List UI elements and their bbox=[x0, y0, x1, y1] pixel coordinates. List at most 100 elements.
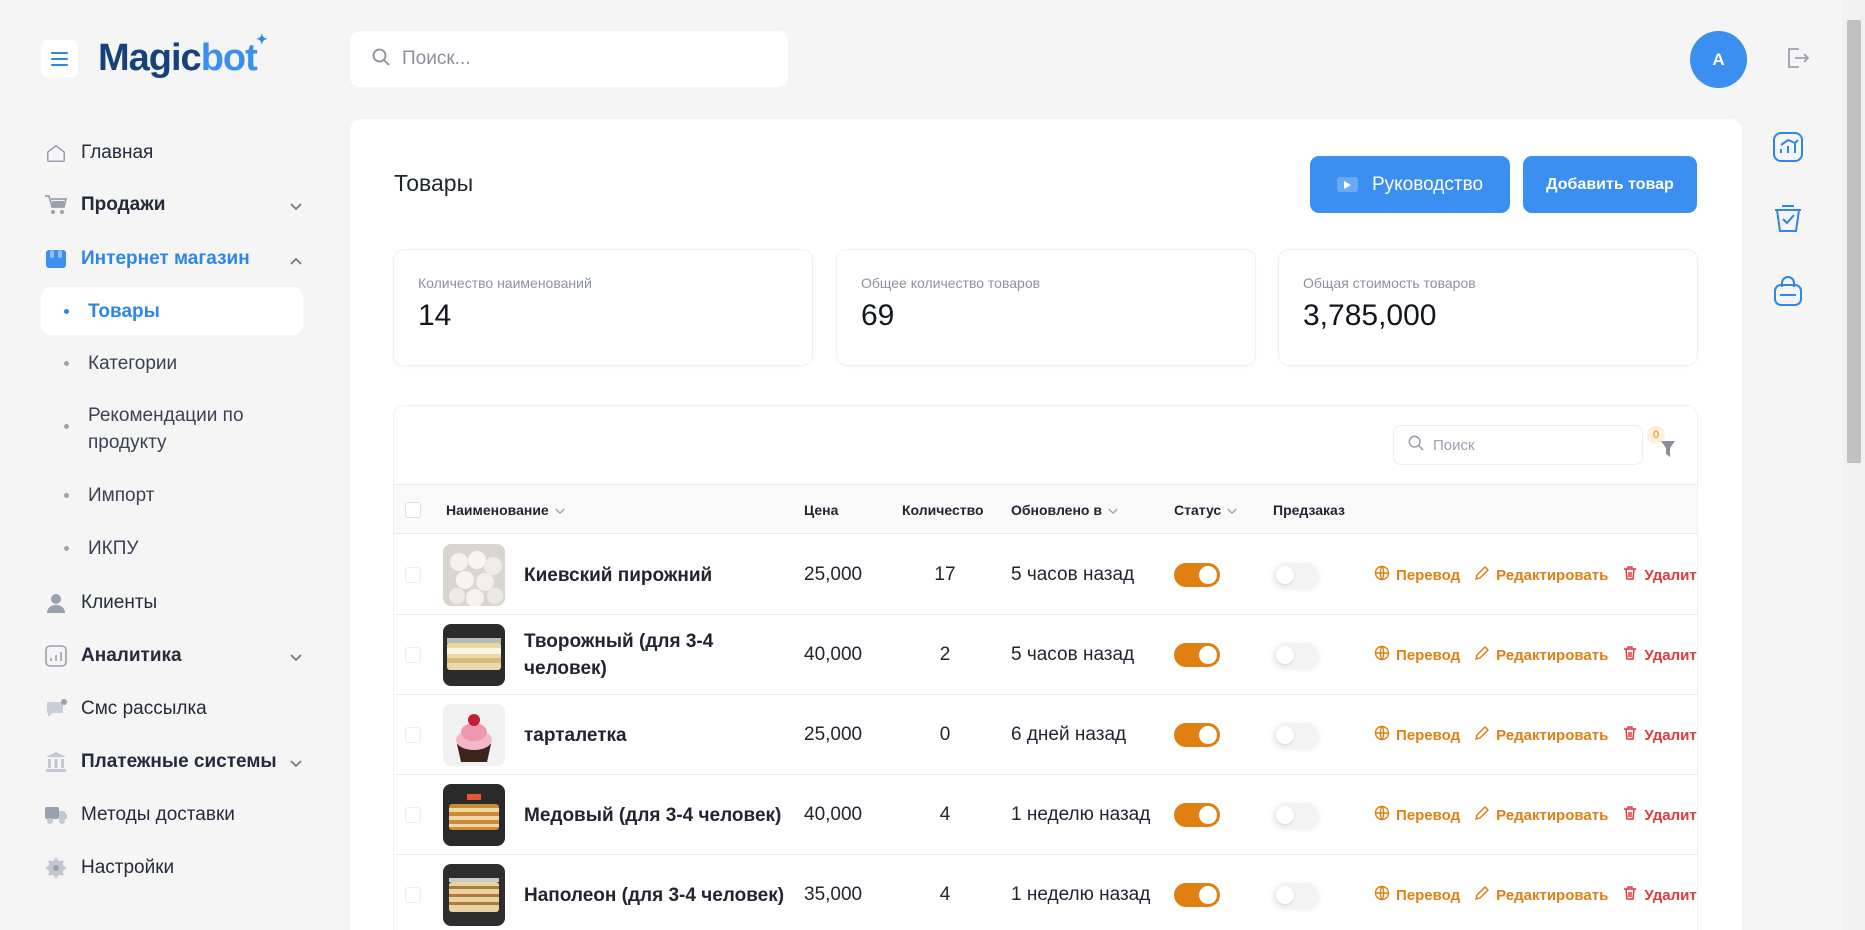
user-avatar[interactable]: A bbox=[1690, 31, 1747, 88]
translate-button[interactable]: Перевод bbox=[1374, 645, 1460, 665]
product-name-cell[interactable]: тарталетка bbox=[524, 695, 794, 775]
truck-icon bbox=[44, 803, 68, 827]
edit-button[interactable]: Редактировать bbox=[1474, 805, 1608, 825]
chat-icon bbox=[44, 697, 68, 721]
sidebar-item-sales[interactable]: Продажи bbox=[44, 190, 306, 220]
menu-icon-bar bbox=[51, 51, 68, 54]
status-toggle[interactable] bbox=[1174, 643, 1220, 667]
translate-button[interactable]: Перевод bbox=[1374, 565, 1460, 585]
table-search-input[interactable] bbox=[1433, 436, 1633, 454]
status-toggle[interactable] bbox=[1174, 803, 1220, 827]
product-name-cell[interactable]: Киевский пирожний bbox=[524, 535, 794, 615]
sidebar-subitem-label: Категории bbox=[88, 353, 178, 374]
sidebar-item-analytics[interactable]: Аналитика bbox=[44, 641, 306, 671]
basket-check-icon[interactable] bbox=[1771, 201, 1805, 235]
sidebar-subitem-products[interactable]: Товары bbox=[41, 287, 303, 335]
product-thumbnail[interactable] bbox=[443, 535, 505, 615]
product-thumbnail[interactable] bbox=[443, 855, 505, 930]
status-toggle[interactable] bbox=[1174, 563, 1220, 587]
edit-button[interactable]: Редактировать bbox=[1474, 725, 1608, 745]
column-updated[interactable]: Обновлено в bbox=[1011, 485, 1118, 535]
sidebar-item-online-store[interactable]: Интернет магазин bbox=[44, 244, 306, 274]
translate-button[interactable]: Перевод bbox=[1374, 805, 1460, 825]
bag-icon[interactable] bbox=[1771, 274, 1805, 308]
sidebar-item-clients[interactable]: Клиенты bbox=[44, 588, 306, 618]
table-row[interactable]: тарталетка 25,000 0 6 дней назад Перевод… bbox=[394, 695, 1697, 775]
row-checkbox[interactable] bbox=[405, 567, 421, 583]
sidebar-item-home[interactable]: Главная bbox=[44, 138, 306, 168]
page-scrollbar[interactable] bbox=[1843, 0, 1865, 930]
product-thumbnail[interactable] bbox=[443, 775, 505, 855]
edit-button[interactable]: Редактировать bbox=[1474, 565, 1608, 585]
product-name-cell[interactable]: Наполеон (для 3-4 человек) bbox=[524, 855, 794, 930]
scrollbar-thumb[interactable] bbox=[1847, 20, 1861, 463]
edit-button[interactable]: Редактировать bbox=[1474, 645, 1608, 665]
globe-icon bbox=[1374, 565, 1396, 585]
sidebar-subitem-ikpu[interactable]: ИКПУ bbox=[41, 535, 303, 562]
delete-button[interactable]: Удалить bbox=[1622, 725, 1697, 745]
row-checkbox[interactable] bbox=[405, 727, 421, 743]
preorder-toggle[interactable] bbox=[1273, 883, 1319, 907]
row-checkbox-cell bbox=[405, 535, 421, 615]
delete-button[interactable]: Удалить bbox=[1622, 885, 1697, 905]
search-icon bbox=[372, 48, 390, 71]
row-checkbox[interactable] bbox=[405, 887, 421, 903]
stat-card-total-value: Общая стоимость товаров 3,785,000 bbox=[1279, 250, 1697, 365]
column-status[interactable]: Статус bbox=[1174, 485, 1237, 535]
row-checkbox[interactable] bbox=[405, 647, 421, 663]
sidebar-item-payments[interactable]: Платежные системы bbox=[44, 747, 306, 777]
logout-icon[interactable] bbox=[1784, 45, 1810, 76]
global-search-input[interactable] bbox=[402, 48, 762, 70]
sidebar-subitem-categories[interactable]: Категории bbox=[41, 350, 303, 377]
checkbox[interactable] bbox=[405, 502, 421, 518]
sidebar-subitem-import[interactable]: Импорт bbox=[41, 482, 303, 509]
edit-button[interactable]: Редактировать bbox=[1474, 885, 1608, 905]
sidebar-item-delivery[interactable]: Методы доставки bbox=[44, 800, 306, 830]
table-row[interactable]: Медовый (для 3-4 человек) 40,000 4 1 нед… bbox=[394, 775, 1697, 855]
product-qty: 0 bbox=[939, 724, 951, 745]
translate-button[interactable]: Перевод bbox=[1374, 885, 1460, 905]
select-all-checkbox[interactable] bbox=[405, 485, 421, 535]
stat-card-names: Количество наименований 14 bbox=[394, 250, 812, 365]
preorder-toggle[interactable] bbox=[1273, 723, 1319, 747]
status-toggle[interactable] bbox=[1174, 723, 1220, 747]
analytics-shortcut-icon[interactable] bbox=[1771, 130, 1805, 164]
column-label: Статус bbox=[1174, 502, 1222, 518]
menu-toggle-button[interactable] bbox=[41, 40, 78, 77]
product-thumbnail[interactable] bbox=[443, 695, 505, 775]
table-row[interactable]: Киевский пирожний 25,000 17 5 часов наза… bbox=[394, 535, 1697, 615]
row-checkbox[interactable] bbox=[405, 807, 421, 823]
table-row[interactable]: Наполеон (для 3-4 человек) 35,000 4 1 не… bbox=[394, 855, 1697, 930]
brand-logo[interactable]: Magicbot ✦ bbox=[98, 31, 268, 80]
delete-button[interactable]: Удалить bbox=[1622, 805, 1697, 825]
translate-button[interactable]: Перевод bbox=[1374, 725, 1460, 745]
pencil-icon bbox=[1474, 725, 1496, 745]
preorder-toggle[interactable] bbox=[1273, 643, 1319, 667]
analytics-icon bbox=[44, 644, 68, 668]
trash-icon bbox=[1622, 885, 1644, 905]
translate-label: Перевод bbox=[1396, 806, 1461, 824]
table-row[interactable]: Творожный (для 3-4 человек) 40,000 2 5 ч… bbox=[394, 615, 1697, 695]
bullet-icon bbox=[64, 424, 69, 429]
sidebar-item-settings[interactable]: Настройки bbox=[44, 853, 306, 883]
updated-cell: 5 часов назад bbox=[1011, 535, 1134, 615]
preorder-toggle[interactable] bbox=[1273, 563, 1319, 587]
global-search[interactable] bbox=[350, 31, 788, 87]
status-toggle[interactable] bbox=[1174, 883, 1220, 907]
table-search[interactable] bbox=[1394, 426, 1642, 464]
sidebar-item-sms[interactable]: Смс рассылка bbox=[44, 694, 306, 724]
status-cell bbox=[1174, 615, 1220, 695]
edit-label: Редактировать bbox=[1496, 566, 1609, 584]
sidebar-subitem-recommendations[interactable]: Рекомендации по продукту bbox=[41, 402, 271, 456]
delete-button[interactable]: Удалить bbox=[1622, 645, 1697, 665]
preorder-toggle[interactable] bbox=[1273, 803, 1319, 827]
product-thumbnail[interactable] bbox=[443, 615, 505, 695]
filter-button[interactable]: 0 bbox=[1642, 426, 1682, 466]
add-product-button[interactable]: Добавить товар bbox=[1523, 156, 1697, 213]
product-name-cell[interactable]: Творожный (для 3-4 человек) bbox=[524, 615, 794, 695]
store-icon bbox=[44, 247, 68, 271]
guide-button[interactable]: Руководство bbox=[1310, 156, 1510, 213]
delete-button[interactable]: Удалить bbox=[1622, 565, 1697, 585]
product-name-cell[interactable]: Медовый (для 3-4 человек) bbox=[524, 775, 794, 855]
column-name[interactable]: Наименование bbox=[446, 485, 565, 535]
